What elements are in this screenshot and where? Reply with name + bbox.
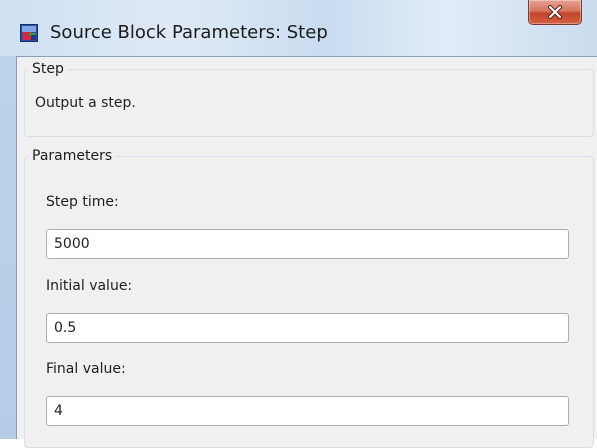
title-bar[interactable]: Source Block Parameters: Step [0,0,597,56]
step-group-legend: Step [32,61,64,77]
final-value-label: Final value: [46,361,126,377]
step-time-input[interactable] [46,229,569,259]
dialog-body: Step Output a step. Parameters Step time… [16,56,597,448]
close-icon [548,5,562,19]
initial-value-input[interactable] [46,313,569,343]
step-time-label: Step time: [46,194,119,210]
dialog-window: Source Block Parameters: Step Step Outpu… [0,0,597,448]
initial-value-label: Initial value: [46,278,133,294]
parameters-group-legend: Parameters [32,148,113,164]
step-description: Output a step. [35,95,136,111]
final-value-input[interactable] [46,396,569,426]
simulink-block-icon [20,24,38,42]
close-button[interactable] [528,0,582,25]
window-title: Source Block Parameters: Step [50,22,328,43]
